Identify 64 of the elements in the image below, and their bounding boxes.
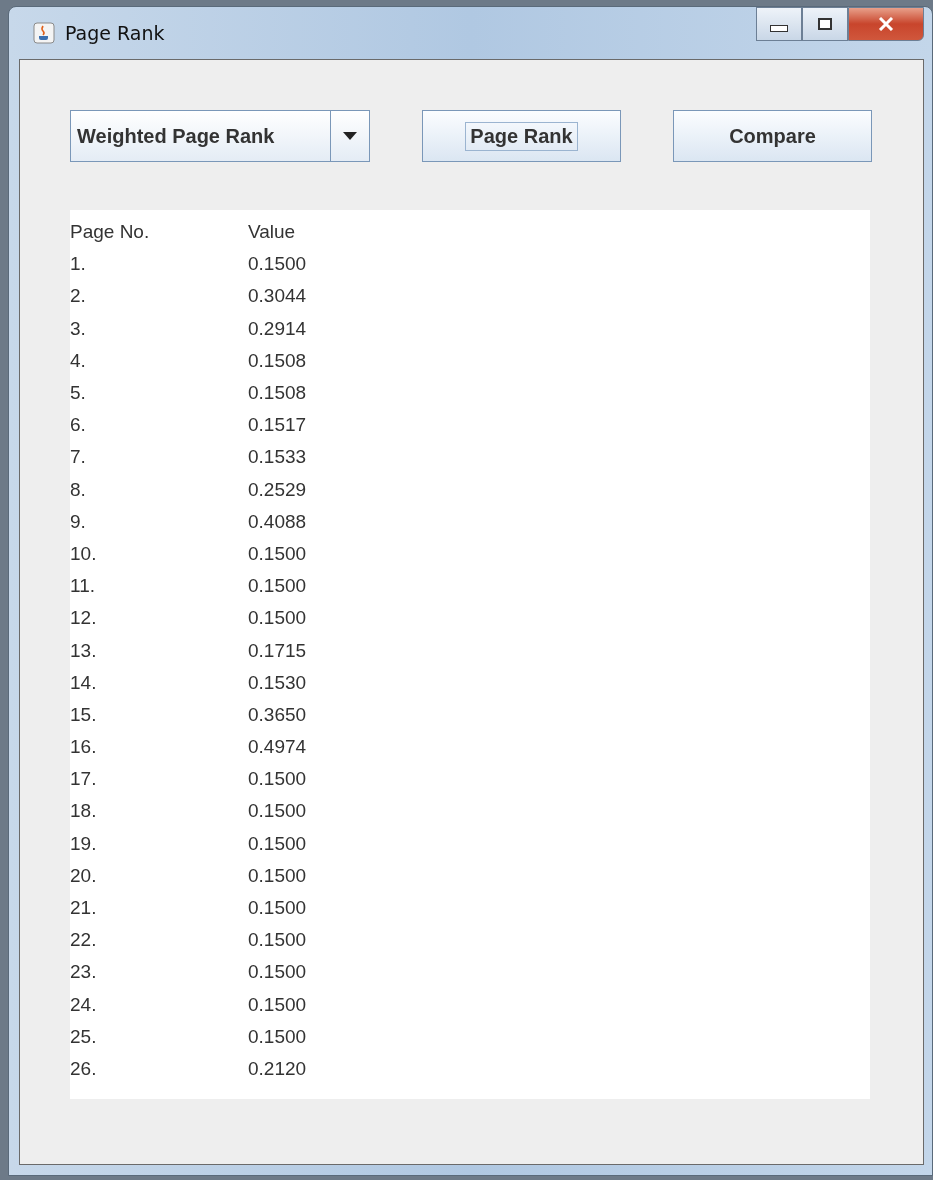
column-header: Value [248,221,296,244]
rank-value: 0.1500 [248,832,307,855]
maximize-button[interactable] [802,7,848,41]
page-number: 26. [70,1057,98,1080]
rank-value: 0.1500 [248,607,307,630]
minimize-button[interactable] [756,7,802,41]
rank-value: 0.1500 [248,1025,307,1048]
rank-value: 0.1715 [248,639,307,662]
page-number: 17. [70,768,98,791]
page-number: 2. [70,285,87,308]
coffee-cup-icon [33,22,55,44]
page-number: 23. [70,961,98,984]
algorithm-dropdown[interactable]: Weighted Page Rank [70,110,370,162]
close-button[interactable] [848,7,924,41]
page-number: 18. [70,800,98,823]
page-number: 12. [70,607,98,630]
rank-value: 0.1500 [248,768,307,791]
rank-value: 0.3650 [248,703,307,726]
rank-value: 0.1517 [248,414,307,437]
page-number: 16. [70,736,98,759]
rank-value: 0.1500 [248,897,307,920]
page-number: 11. [70,575,96,598]
page-number: 22. [70,929,98,952]
rank-value: 0.2914 [248,317,307,340]
page-number: 1. [70,253,87,276]
page-number: 7. [70,446,87,469]
column-header: Page No. [70,221,151,244]
page-number: 20. [70,864,98,887]
close-icon [878,17,894,31]
page-number: 19. [70,832,98,855]
page-number: 5. [70,382,87,405]
rank-value: 0.1500 [248,961,307,984]
window-title: Page Rank [65,22,165,44]
page-number: 6. [70,414,87,437]
rank-value: 0.1500 [248,253,307,276]
dropdown-arrow-icon [343,132,357,140]
page-number: 8. [70,478,87,501]
page-number: 9. [70,510,87,533]
page-number: 14. [70,671,98,694]
page-number: 24. [70,993,98,1016]
rank-value: 0.3044 [248,285,307,308]
page-number: 10. [70,542,98,565]
action-button[interactable]: Page Rank [422,110,621,162]
rank-value: 0.1530 [248,671,307,694]
rank-value: 0.1500 [248,800,307,823]
rank-value: 0.1500 [248,993,307,1016]
rank-value: 0.4974 [248,736,307,759]
page-number: 25. [70,1025,98,1048]
rank-value: 0.2529 [248,478,307,501]
rank-value: 0.1500 [248,864,307,887]
action-button[interactable]: Compare [673,110,872,162]
rank-value: 0.1508 [248,382,307,405]
rank-value: 0.1500 [248,929,307,952]
rank-value: 0.2120 [248,1057,307,1080]
rank-value: 0.4088 [248,510,307,533]
page-number: 13. [70,639,98,662]
page-number: 3. [70,317,87,340]
rank-value: 0.1500 [248,542,307,565]
page-number: 4. [70,349,87,372]
page-number: 15. [70,703,98,726]
page-number: 21. [70,897,98,920]
rank-value: 0.1533 [248,446,307,469]
rank-value: 0.1508 [248,349,307,372]
rank-value: 0.1500 [248,575,307,598]
